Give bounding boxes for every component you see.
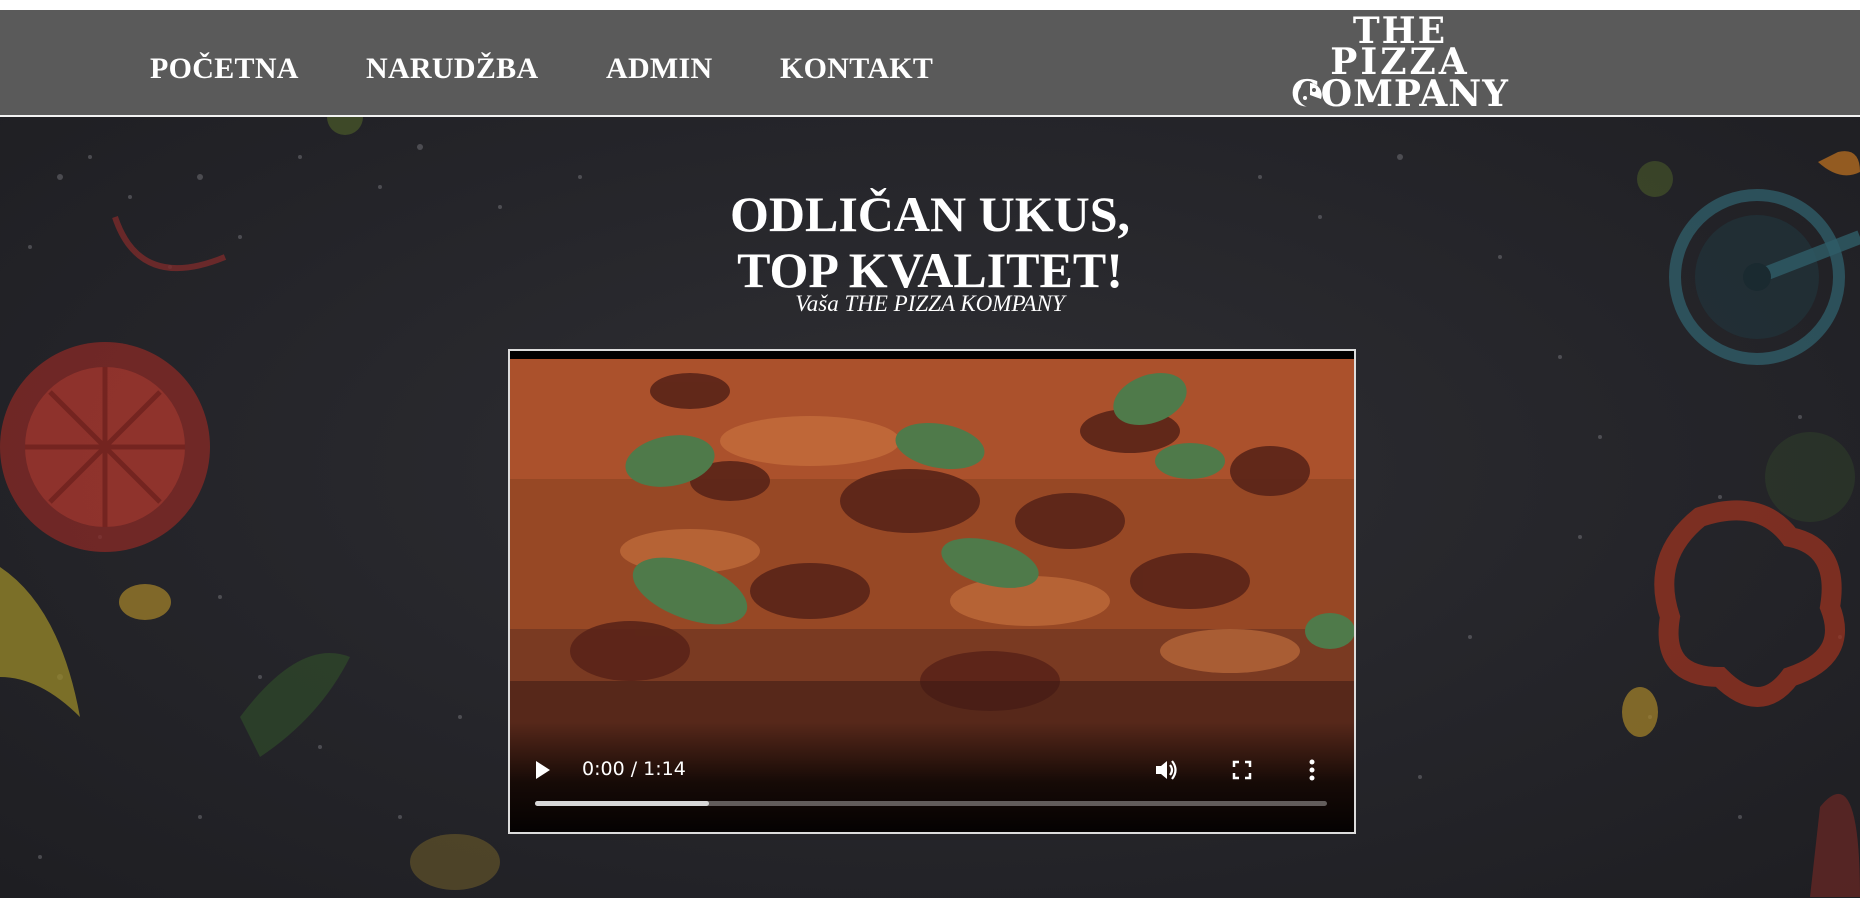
volume-icon[interactable]: [1154, 758, 1180, 782]
fullscreen-icon[interactable]: [1232, 760, 1252, 780]
logo-line-company: COMPANY: [1291, 73, 1509, 115]
navbar: POČETNA NARUDŽBA ADMIN KONTAKT THE PIZZA…: [0, 10, 1860, 117]
top-strip: [0, 0, 1860, 10]
video-player[interactable]: 0:00 / 1:14: [508, 349, 1356, 834]
video-buffered-fill: [535, 801, 710, 806]
more-options-icon[interactable]: [1308, 758, 1316, 782]
nav-item-kontakt[interactable]: KONTAKT: [780, 52, 933, 86]
nav-item-narudzba[interactable]: NARUDŽBA: [366, 52, 538, 86]
headline-line-2: TOP KVALITET!: [737, 241, 1123, 298]
pizza-slice-icon: [1298, 83, 1322, 107]
hero-headline: ODLIČAN UKUS, TOP KVALITET!: [0, 186, 1860, 298]
video-controls: 0:00 / 1:14: [510, 722, 1354, 832]
brand-logo[interactable]: THE PIZZA COMPANY: [1245, 10, 1555, 115]
hero-section: ODLIČAN UKUS, TOP KVALITET! Vaša THE PIZ…: [0, 117, 1860, 898]
nav-item-pocetna[interactable]: POČETNA: [150, 52, 299, 86]
headline-line-1: ODLIČAN UKUS,: [729, 185, 1131, 242]
nav-item-admin[interactable]: ADMIN: [606, 52, 713, 86]
play-icon[interactable]: [534, 760, 552, 780]
video-time: 0:00 / 1:14: [582, 758, 686, 780]
hero-subline: Vaša THE PIZZA KOMPANY: [795, 291, 1065, 316]
video-progress-bar[interactable]: [535, 801, 1327, 806]
